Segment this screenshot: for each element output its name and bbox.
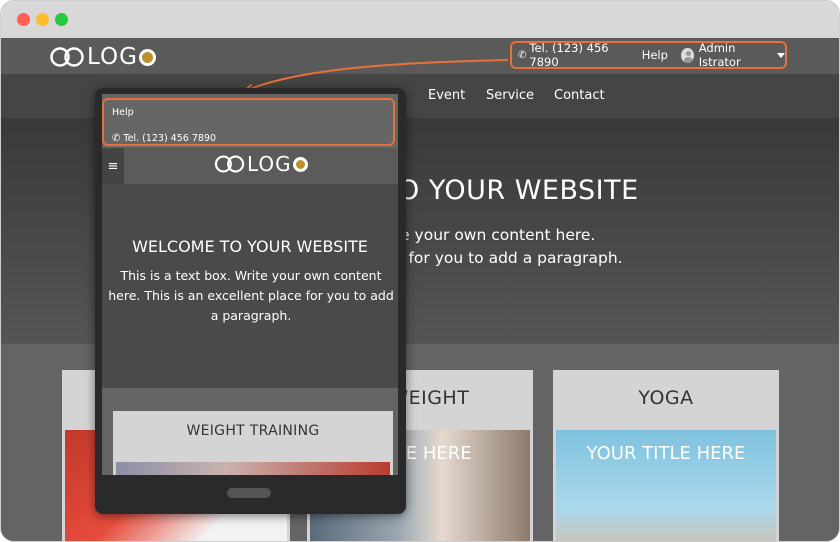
user-name: Admin Istrator [698, 41, 741, 69]
close-window-button[interactable] [17, 13, 30, 26]
top-right-toolbar: ✆ Tel. (123) 456 7890 Help Admin Istrato… [510, 41, 787, 69]
photo-title: YOUR TITLE HERE [586, 443, 746, 464]
nav-item-contact[interactable]: Contact [554, 88, 605, 103]
phone-icon: ✆ [518, 49, 527, 61]
logo-text: LOG [87, 44, 157, 70]
mobile-card-weight-training[interactable]: WEIGHT TRAINING [113, 411, 393, 475]
phone-icon: ✆ [112, 133, 121, 144]
nav-item-event[interactable]: Event [428, 88, 465, 103]
user-menu[interactable]: Admin Istrator [680, 41, 785, 69]
infinity-logo-icon [214, 155, 245, 173]
mobile-top-toolbar: Help ✆ Tel. (123) 456 7890 [102, 98, 395, 146]
hero-text-line-1: te your own content here. [394, 226, 596, 244]
mobile-hero-text: This is a text box. Write your own conte… [108, 268, 394, 323]
logo-o-icon [138, 48, 156, 66]
mobile-phone-link[interactable]: ✆ Tel. (123) 456 7890 [112, 133, 216, 144]
phone-text: Tel. (123) 456 7890 [529, 41, 609, 69]
mobile-top-bar: Help ✆ Tel. (123) 456 7890 [102, 94, 398, 148]
card-photo: YOUR TITLE HERE [556, 430, 776, 541]
mobile-phone-text: Tel. (123) 456 7890 [123, 133, 216, 144]
mobile-screen: Help ✆ Tel. (123) 456 7890 ≡ LOG WELCOME … [102, 94, 398, 475]
phone-link[interactable]: ✆ Tel. (123) 456 7890 [518, 41, 627, 69]
logo-text: LOG [247, 152, 309, 176]
mobile-hero: WELCOME TO YOUR WEBSITE This is a text b… [102, 184, 398, 388]
help-link[interactable]: Help [642, 48, 668, 62]
mobile-help-link[interactable]: Help [112, 107, 134, 118]
mobile-card-title: WEIGHT TRAINING [186, 423, 320, 439]
site-logo[interactable]: LOG [47, 44, 157, 70]
mobile-hero-title: WELCOME TO YOUR WEBSITE [132, 237, 368, 256]
infinity-logo-icon [50, 47, 84, 67]
mobile-device-preview: Help ✆ Tel. (123) 456 7890 ≡ LOG WELCOME … [95, 88, 406, 514]
mobile-header: ≡ LOG [102, 148, 398, 184]
hero-title: O YOUR WEBSITE [398, 175, 639, 206]
hamburger-menu-icon[interactable]: ≡ [102, 148, 124, 184]
mobile-card-photo [116, 462, 390, 475]
site-top-bar: LOG ✆ Tel. (123) 456 7890 Help Admin Ist… [1, 38, 839, 74]
hero-text-line-2: e for you to add a paragraph. [394, 249, 623, 267]
avatar-icon [680, 47, 694, 63]
logo-o-icon [292, 156, 308, 172]
mobile-logo[interactable]: LOG [212, 152, 309, 176]
mobile-cards: WEIGHT TRAINING [102, 388, 398, 475]
nav-item-service[interactable]: Service [486, 88, 534, 103]
device-home-button[interactable] [227, 488, 271, 498]
card-yoga[interactable]: YOGA YOUR TITLE HERE [553, 370, 779, 541]
maximize-window-button[interactable] [55, 13, 68, 26]
card-title: YOGA [638, 387, 694, 409]
minimize-window-button[interactable] [36, 13, 49, 26]
chevron-down-icon [777, 52, 785, 58]
title-bar [1, 1, 839, 38]
